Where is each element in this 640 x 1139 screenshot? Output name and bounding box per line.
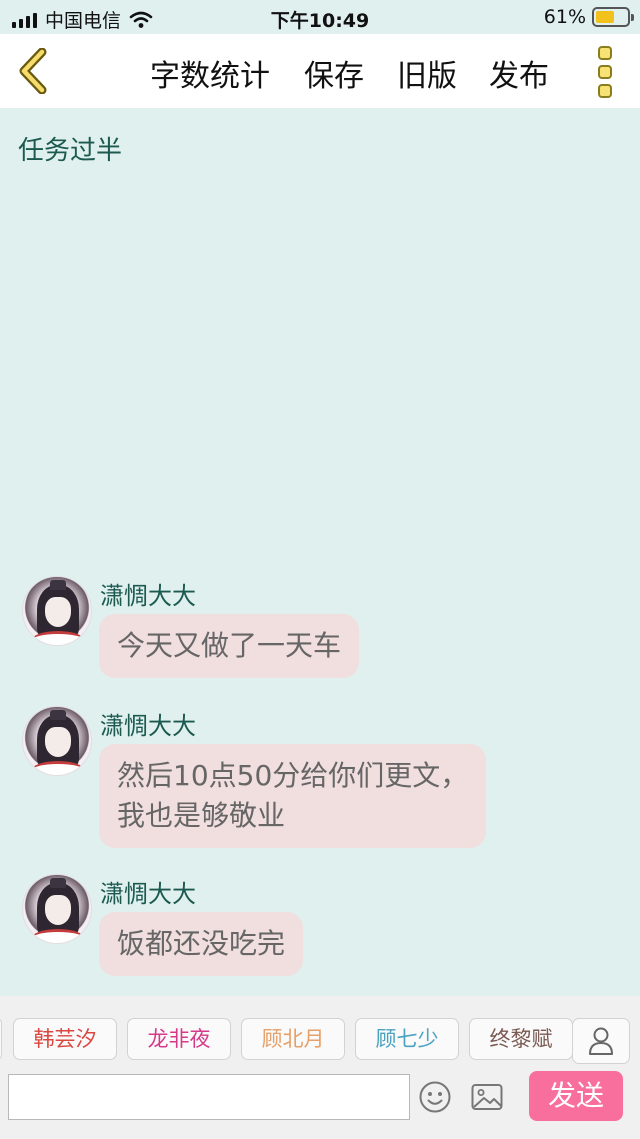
battery-icon [592,7,634,27]
avatar[interactable] [22,706,92,776]
battery-fill [596,11,615,23]
old-version-button[interactable]: 旧版 [397,51,457,95]
message-bubble[interactable]: 然后10点50分给你们更文， 我也是够敬业 [99,744,487,848]
back-button[interactable] [14,47,54,95]
character-chip-partial[interactable] [0,1018,2,1060]
message-text: 饭都还没吃完 [117,927,286,960]
smiley-icon [419,1081,451,1113]
more-dot [598,84,612,98]
chapter-title: 任务过半 [18,136,123,166]
composer-panel: 韩芸汐 龙非夜 顾北月 顾七少 终黎赋 发送 [0,996,640,1139]
message-text: 我也是够敬业 [117,799,286,832]
character-chip[interactable]: 终黎赋 [469,1018,573,1060]
user-icon [589,1027,613,1055]
message-bubble[interactable]: 饭都还没吃完 [99,912,304,976]
character-chip[interactable]: 顾七少 [355,1018,459,1060]
character-chip[interactable]: 龙非夜 [127,1018,231,1060]
status-bar: 中国电信 下午10:49 61% [0,0,640,34]
chat-area[interactable]: 任务过半 潇惆大大 今天又做了一天车 潇惆大大 然后10点50分给你们更文， 我… [0,108,640,996]
message-bubble[interactable]: 今天又做了一天车 [99,614,360,678]
message-input[interactable] [8,1074,410,1120]
message-text: 今天又做了一天车 [117,629,342,662]
editor-toolbar: 字数统计 保存 旧版 发布 [0,34,640,108]
more-dot [598,65,612,79]
more-dot [598,46,612,60]
character-chip[interactable]: 韩芸汐 [13,1018,117,1060]
message-text: 然后10点50分给你们更文， [117,759,469,792]
image-button[interactable] [470,1080,504,1114]
sender-name: 潇惆大大 [100,712,196,740]
sender-name: 潇惆大大 [100,880,196,908]
character-picker[interactable]: 韩芸汐 龙非夜 顾北月 顾七少 终黎赋 [0,1018,640,1062]
avatar[interactable] [22,874,92,944]
chevron-left-icon [19,47,47,95]
emoji-button[interactable] [418,1080,452,1114]
send-button[interactable]: 发送 [529,1071,623,1121]
image-icon [471,1084,503,1110]
character-chip[interactable]: 顾北月 [241,1018,345,1060]
sender-name: 潇惆大大 [100,582,196,610]
avatar[interactable] [22,576,92,646]
add-character-button[interactable] [572,1018,630,1064]
status-right: 61% [543,6,634,28]
publish-button[interactable]: 发布 [489,51,549,95]
save-button[interactable]: 保存 [304,51,364,95]
battery-percent: 61% [543,6,586,28]
word-count-button[interactable]: 字数统计 [150,51,270,95]
more-menu-button[interactable] [592,46,618,98]
